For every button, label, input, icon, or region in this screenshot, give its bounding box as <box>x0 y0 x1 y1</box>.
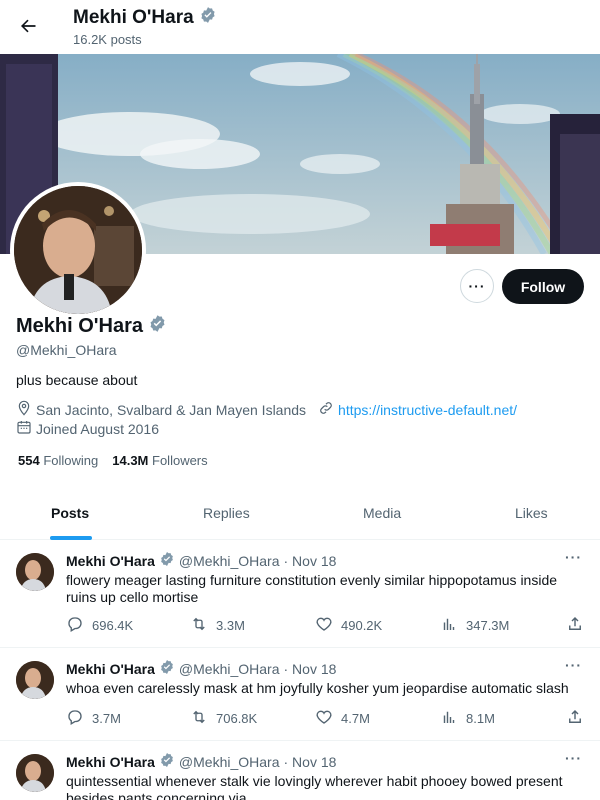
post-author-name[interactable]: Mekhi O'Hara <box>66 553 155 569</box>
share-icon[interactable] <box>566 615 584 636</box>
like-count: 490.2K <box>341 618 383 633</box>
post-item[interactable]: Mekhi O'Hara @Mekhi_OHara · Nov 18 ··· q… <box>0 742 600 800</box>
header-posts-count: 16.2K posts <box>73 32 142 47</box>
post-actions: 3.7M 706.8K 4.7M 8.1M <box>66 708 586 728</box>
active-tab-indicator <box>50 536 92 540</box>
repost-button[interactable]: 706.8K <box>190 708 257 729</box>
followers-count: 14.3M <box>112 453 149 468</box>
post-header: Mekhi O'Hara @Mekhi_OHara · Nov 18 <box>66 659 336 678</box>
post-author-handle[interactable]: @Mekhi_OHara <box>179 553 280 569</box>
profile-location: San Jacinto, Svalbard & Jan Mayen Island… <box>36 401 307 418</box>
post-date[interactable]: · Nov 18 <box>284 553 337 569</box>
following-count: 554 <box>18 453 40 468</box>
post-author-handle[interactable]: @Mekhi_OHara <box>179 661 280 677</box>
post-avatar[interactable] <box>16 754 54 792</box>
views-icon <box>440 708 458 729</box>
reply-button[interactable]: 696.4K <box>66 615 133 636</box>
profile-avatar[interactable] <box>10 182 146 318</box>
post-item[interactable]: Mekhi O'Hara @Mekhi_OHara · Nov 18 ··· f… <box>0 541 600 648</box>
link-icon <box>318 400 334 419</box>
profile-stats: 554 Following 14.3M Followers <box>18 453 208 468</box>
views-button[interactable]: 8.1M <box>440 708 495 729</box>
post-author-name[interactable]: Mekhi O'Hara <box>66 754 155 770</box>
post-text: whoa even carelessly mask at hm joyfully… <box>66 680 569 696</box>
post-date[interactable]: · Nov 18 <box>284 661 337 677</box>
post-date[interactable]: · Nov 18 <box>284 754 337 770</box>
views-count: 347.3M <box>466 618 510 633</box>
reply-icon <box>66 708 84 729</box>
following-label: Following <box>43 453 99 468</box>
profile-joined-row: Joined August 2016 <box>16 419 159 438</box>
followers-link[interactable]: 14.3M Followers <box>112 453 207 468</box>
reply-icon <box>66 615 84 636</box>
top-bar: Mekhi O'Hara 16.2K posts <box>0 0 600 54</box>
profile-name: Mekhi O'Hara <box>16 314 167 339</box>
verified-icon <box>199 6 217 30</box>
post-avatar[interactable] <box>16 661 54 699</box>
calendar-icon <box>16 419 32 438</box>
reply-count: 3.7M <box>92 711 121 726</box>
post-header: Mekhi O'Hara @Mekhi_OHara · Nov 18 <box>66 752 336 771</box>
post-avatar[interactable] <box>16 553 54 591</box>
header-name: Mekhi O'Hara <box>73 7 194 28</box>
profile-url[interactable]: https://instructive-default.net/ <box>338 402 517 418</box>
post-text: quintessential whenever stalk vie loving… <box>66 773 563 800</box>
profile-bio: plus because about <box>16 372 138 388</box>
tab-posts[interactable]: Posts <box>51 505 89 521</box>
post-item[interactable]: Mekhi O'Hara @Mekhi_OHara · Nov 18 ··· w… <box>0 649 600 741</box>
post-text: flowery meager lasting furniture constit… <box>66 572 558 605</box>
profile-meta-row: San Jacinto, Svalbard & Jan Mayen Island… <box>16 400 517 419</box>
post-actions: 696.4K 3.3M 490.2K 347.3M <box>66 615 586 635</box>
like-icon <box>315 615 333 636</box>
more-icon[interactable]: ··· <box>565 750 582 766</box>
back-arrow-icon[interactable] <box>14 12 42 40</box>
verified-icon <box>159 551 175 570</box>
more-icon[interactable]: ··· <box>565 657 582 673</box>
repost-icon <box>190 615 208 636</box>
tab-media[interactable]: Media <box>363 505 401 521</box>
verified-icon <box>148 314 167 339</box>
views-count: 8.1M <box>466 711 495 726</box>
header-title: Mekhi O'Hara <box>73 6 217 30</box>
like-count: 4.7M <box>341 711 370 726</box>
like-icon <box>315 708 333 729</box>
repost-icon <box>190 708 208 729</box>
followers-label: Followers <box>152 453 208 468</box>
tab-likes[interactable]: Likes <box>515 505 548 521</box>
share-icon[interactable] <box>566 708 584 729</box>
profile-handle: @Mekhi_OHara <box>16 342 117 358</box>
profile-joined: Joined August 2016 <box>36 420 159 437</box>
like-button[interactable]: 4.7M <box>315 708 370 729</box>
verified-icon <box>159 659 175 678</box>
more-options-button[interactable]: ··· <box>460 269 494 303</box>
tab-replies[interactable]: Replies <box>203 505 250 521</box>
repost-count: 706.8K <box>216 711 258 726</box>
like-button[interactable]: 490.2K <box>315 615 382 636</box>
post-author-name[interactable]: Mekhi O'Hara <box>66 661 155 677</box>
follow-button[interactable]: Follow <box>502 269 584 304</box>
profile-tabs: Posts Replies Media Likes <box>0 490 600 540</box>
location-icon <box>16 400 32 419</box>
post-author-handle[interactable]: @Mekhi_OHara <box>179 754 280 770</box>
reply-count: 696.4K <box>92 618 134 633</box>
views-button[interactable]: 347.3M <box>440 615 509 636</box>
more-icon[interactable]: ··· <box>565 549 582 565</box>
profile-name-text: Mekhi O'Hara <box>16 315 144 337</box>
repost-count: 3.3M <box>216 618 245 633</box>
repost-button[interactable]: 3.3M <box>190 615 245 636</box>
views-icon <box>440 615 458 636</box>
following-link[interactable]: 554 Following <box>18 453 98 468</box>
post-header: Mekhi O'Hara @Mekhi_OHara · Nov 18 <box>66 551 336 570</box>
verified-icon <box>159 752 175 771</box>
reply-button[interactable]: 3.7M <box>66 708 121 729</box>
